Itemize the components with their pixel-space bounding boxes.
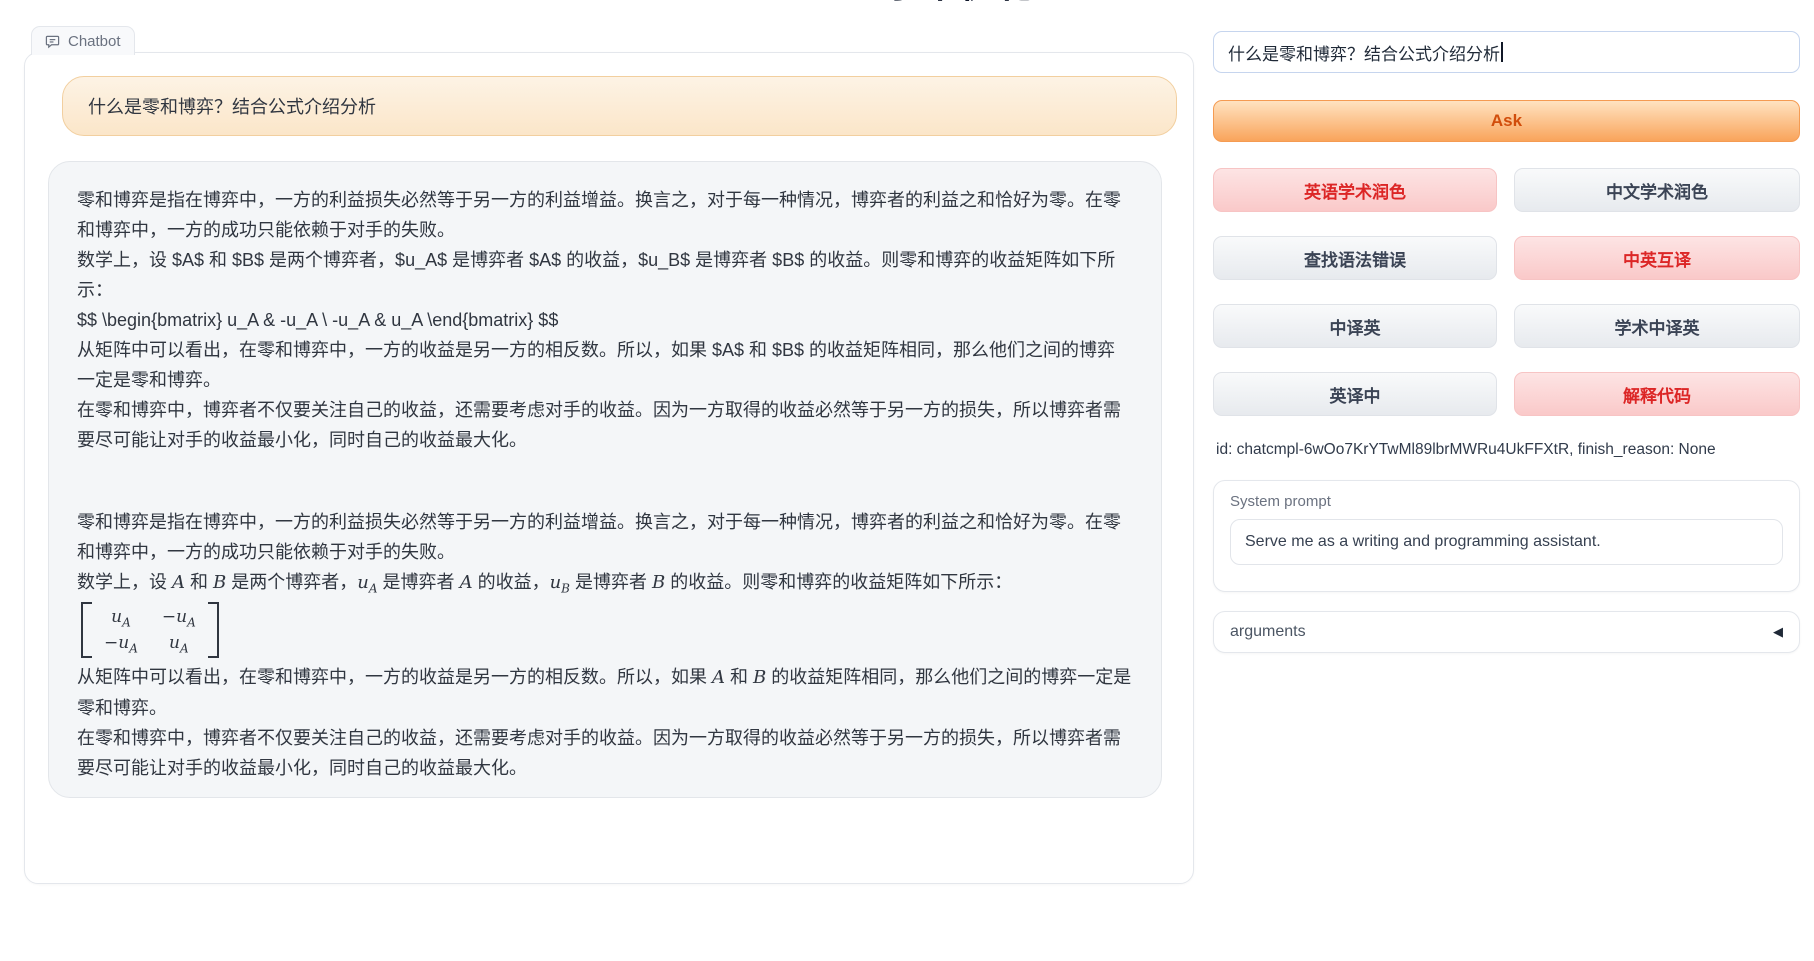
- bot-raw-line: $$ \begin{bmatrix} u_A & -u_A \ -u_A & u…: [77, 305, 1133, 335]
- question-input-value: 什么是零和博弈？结合公式介绍分析: [1228, 40, 1500, 65]
- bot-raw-latex-block: 零和博弈是指在博弈中，一方的利益损失必然等于另一方的利益增益。换言之，对于每一种…: [77, 185, 1133, 455]
- quick-action-button-5[interactable]: 中译英: [1213, 304, 1497, 348]
- quick-action-button-6[interactable]: 学术中译英: [1514, 304, 1800, 348]
- bot-rendered-para-4: 在零和博弈中，博弈者不仅要关注自己的收益，还需要考虑对手的收益。因为一方取得的收…: [77, 723, 1133, 783]
- arguments-accordion-label: arguments: [1230, 623, 1306, 641]
- matrix-cell: uA: [162, 630, 196, 656]
- quick-action-button-2[interactable]: 中文学术润色: [1514, 168, 1800, 212]
- system-prompt-label: System prompt: [1230, 493, 1783, 510]
- chatbot-label-text: Chatbot: [68, 33, 121, 50]
- system-prompt-input[interactable]: Serve me as a writing and programming as…: [1230, 519, 1783, 565]
- arguments-accordion[interactable]: arguments ◀: [1213, 611, 1800, 653]
- user-message-bubble: 什么是零和博弈？结合公式介绍分析: [62, 76, 1177, 136]
- bot-rendered-para-1: 零和博弈是指在博弈中，一方的利益损失必然等于另一方的利益增益。换言之，对于每一种…: [77, 507, 1133, 567]
- page-title-text: 学术优化: [858, 0, 1062, 7]
- matrix-right-bracket: [208, 602, 219, 658]
- page-title: 学术优化: [858, 0, 1062, 8]
- quick-action-button-1[interactable]: 英语学术润色: [1213, 168, 1497, 212]
- payoff-matrix: uA−uA−uAuA: [81, 602, 219, 658]
- bot-raw-line: 数学上，设 $A$ 和 $B$ 是两个博弈者，$u_A$ 是博弈者 $A$ 的收…: [77, 245, 1133, 305]
- matrix-left-bracket: [81, 602, 92, 658]
- bot-message-bubble: 零和博弈是指在博弈中，一方的利益损失必然等于另一方的利益增益。换言之，对于每一种…: [48, 161, 1162, 798]
- quick-action-button-8[interactable]: 解释代码: [1514, 372, 1800, 416]
- chat-bubble-icon: [45, 34, 60, 49]
- bot-rendered-para-3: 从矩阵中可以看出，在零和博弈中，一方的收益是另一方的相反数。所以，如果 A 和 …: [77, 662, 1133, 723]
- quick-action-button-3[interactable]: 查找语法错误: [1213, 236, 1497, 280]
- bot-rendered-para-2: 数学上，设 A 和 B 是两个博弈者，uA 是博弈者 A 的收益，uB 是博弈者…: [77, 567, 1133, 598]
- chatbot-label: Chatbot: [31, 26, 135, 55]
- quick-action-grid: 英语学术润色中文学术润色查找语法错误中英互译中译英学术中译英英译中解释代码: [1213, 168, 1800, 416]
- matrix-cell: −uA: [162, 604, 196, 630]
- quick-action-button-7[interactable]: 英译中: [1213, 372, 1497, 416]
- matrix-entries: uA−uA−uAuA: [92, 602, 208, 658]
- quick-action-button-4[interactable]: 中英互译: [1514, 236, 1800, 280]
- matrix-cell: −uA: [104, 630, 138, 656]
- ask-button[interactable]: Ask: [1213, 100, 1800, 142]
- system-prompt-card: System prompt Serve me as a writing and …: [1213, 480, 1800, 592]
- system-prompt-value: Serve me as a writing and programming as…: [1245, 533, 1601, 551]
- bot-raw-line: 从矩阵中可以看出，在零和博弈中，一方的收益是另一方的相反数。所以，如果 $A$ …: [77, 335, 1133, 395]
- response-meta-line: id: chatcmpl-6wOo7KrYTwMl89lbrMWRu4UkFFX…: [1216, 441, 1716, 459]
- matrix-cell: uA: [104, 604, 138, 630]
- bot-message-gap: [77, 455, 1133, 507]
- bot-raw-line: 在零和博弈中，博弈者不仅要关注自己的收益，还需要考虑对手的收益。因为一方取得的收…: [77, 395, 1133, 455]
- text-cursor: [1501, 42, 1503, 62]
- user-message-text: 什么是零和博弈？结合公式介绍分析: [88, 93, 376, 119]
- question-input[interactable]: 什么是零和博弈？结合公式介绍分析: [1213, 31, 1800, 73]
- chatbot-panel: Chatbot 什么是零和博弈？结合公式介绍分析 零和博弈是指在博弈中，一方的利…: [24, 52, 1194, 884]
- collapse-caret-icon: ◀: [1773, 624, 1783, 640]
- bot-raw-line: 零和博弈是指在博弈中，一方的利益损失必然等于另一方的利益增益。换言之，对于每一种…: [77, 185, 1133, 245]
- ask-button-label: Ask: [1491, 111, 1522, 131]
